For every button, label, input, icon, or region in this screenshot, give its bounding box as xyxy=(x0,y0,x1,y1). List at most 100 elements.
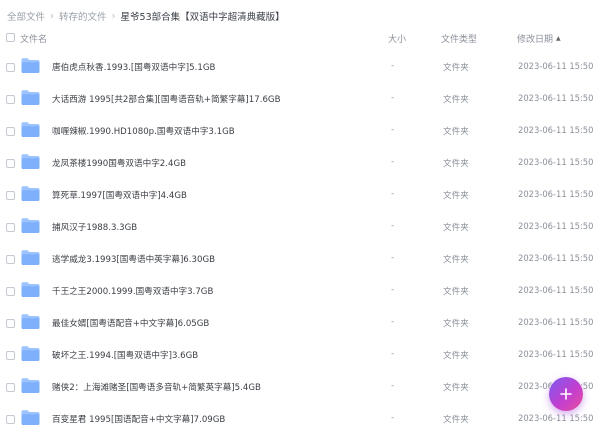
file-size: - xyxy=(391,253,395,263)
file-list-header: 文件名 大小 文件类型 修改日期 ▲ xyxy=(0,30,600,48)
row-checkbox[interactable] xyxy=(6,318,15,328)
file-size: - xyxy=(391,93,395,103)
file-type: 文件夹 xyxy=(443,127,469,137)
file-size: - xyxy=(391,349,395,359)
folder-icon xyxy=(21,58,40,73)
column-header-date[interactable]: 修改日期 ▲ xyxy=(517,32,561,45)
row-checkbox[interactable] xyxy=(6,350,15,360)
row-checkbox[interactable] xyxy=(6,190,15,200)
file-type: 文件夹 xyxy=(443,383,469,393)
file-date: 2023-06-11 15:50 xyxy=(518,221,594,231)
file-type: 文件夹 xyxy=(443,255,469,265)
file-date: 2023-06-11 15:50 xyxy=(518,413,594,423)
file-date: 2023-06-11 15:50 xyxy=(518,253,594,263)
folder-icon xyxy=(21,90,40,105)
file-type: 文件夹 xyxy=(443,95,469,105)
file-row[interactable]: 大话西游 1995[共2部合集][国粤语音轨+简繁字幕]17.6GB - 文件夹 20… xyxy=(0,83,600,115)
folder-icon xyxy=(21,122,40,137)
file-name[interactable]: 龙凤茶楼1990国粤双语中字2.4GB xyxy=(52,157,186,169)
file-size: - xyxy=(391,157,395,167)
file-row[interactable]: 赌侠2：上海滩赌圣[国粤语多音轨+简繁英字幕]5.4GB - 文件夹 2023-06-… xyxy=(0,371,600,403)
file-row[interactable]: 咖喱辣椒.1990.HD1080p.国粤双语中字3.1GB - 文件夹 2023-06… xyxy=(0,115,600,147)
add-button[interactable] xyxy=(549,377,583,411)
chevron-right-icon: › xyxy=(50,10,55,22)
file-date: 2023-06-11 15:50 xyxy=(518,189,594,199)
folder-icon xyxy=(21,218,40,233)
file-row[interactable]: 逃学威龙3.1993[国粤语中英字幕]6.30GB - 文件夹 2023-06-11 … xyxy=(0,243,600,275)
file-name[interactable]: 千王之王2000.1999.国粤双语中字3.7GB xyxy=(52,285,213,297)
file-type: 文件夹 xyxy=(443,159,469,169)
file-row[interactable]: 捕风汉子1988.3.3GB - 文件夹 2023-06-11 15:50 xyxy=(0,211,600,243)
column-header-name[interactable]: 文件名 xyxy=(20,32,47,45)
file-size: - xyxy=(391,381,395,391)
folder-icon xyxy=(21,282,40,297)
file-name[interactable]: 逃学威龙3.1993[国粤语中英字幕]6.30GB xyxy=(52,253,215,265)
row-checkbox[interactable] xyxy=(6,382,15,392)
chevron-right-icon: › xyxy=(111,10,116,22)
file-list: 唐伯虎点秋香.1993.[国粤双语中字]5.1GB - 文件夹 2023-06-11 … xyxy=(0,51,600,434)
file-row[interactable]: 唐伯虎点秋香.1993.[国粤双语中字]5.1GB - 文件夹 2023-06-11 … xyxy=(0,51,600,83)
file-row[interactable]: 百变星君 1995[国语配音+中文字幕]7.09GB - 文件夹 2023-06-11… xyxy=(0,403,600,434)
file-size: - xyxy=(391,189,395,199)
breadcrumb-all-files[interactable]: 全部文件 xyxy=(7,9,45,23)
file-type: 文件夹 xyxy=(443,191,469,201)
breadcrumb-saved-files[interactable]: 转存的文件 xyxy=(59,9,107,23)
row-checkbox[interactable] xyxy=(6,94,15,104)
file-name[interactable]: 咖喱辣椒.1990.HD1080p.国粤双语中字3.1GB xyxy=(52,125,235,137)
file-size: - xyxy=(391,317,395,327)
row-checkbox[interactable] xyxy=(6,286,15,296)
file-name[interactable]: 大话西游 1995[共2部合集][国粤语音轨+简繁字幕]17.6GB xyxy=(52,93,280,105)
file-row[interactable]: 算死草.1997[国粤双语中字]4.4GB - 文件夹 2023-06-11 15:5… xyxy=(0,179,600,211)
file-name[interactable]: 赌侠2：上海滩赌圣[国粤语多音轨+简繁英字幕]5.4GB xyxy=(52,381,261,393)
file-row[interactable]: 破坏之王.1994.[国粤双语中字]3.6GB - 文件夹 2023-06-11 15… xyxy=(0,339,600,371)
column-header-date-label: 修改日期 xyxy=(517,35,554,45)
row-checkbox[interactable] xyxy=(6,158,15,168)
plus-icon xyxy=(560,388,572,400)
file-date: 2023-06-11 15:50 xyxy=(518,157,594,167)
folder-icon xyxy=(21,346,40,361)
folder-icon xyxy=(21,186,40,201)
folder-icon xyxy=(21,154,40,169)
file-name[interactable]: 最佳女婿[国粤语配音+中文字幕]6.05GB xyxy=(52,317,209,329)
file-date: 2023-06-11 15:50 xyxy=(518,93,594,103)
file-date: 2023-06-11 15:50 xyxy=(518,349,594,359)
file-name[interactable]: 破坏之王.1994.[国粤双语中字]3.6GB xyxy=(52,349,198,361)
sort-down-icon[interactable]: ▲ xyxy=(556,35,561,42)
file-type: 文件夹 xyxy=(443,319,469,329)
file-name[interactable]: 百变星君 1995[国语配音+中文字幕]7.09GB xyxy=(52,413,225,425)
file-name[interactable]: 唐伯虎点秋香.1993.[国粤双语中字]5.1GB xyxy=(52,61,215,73)
file-date: 2023-06-11 15:50 xyxy=(518,125,594,135)
file-type: 文件夹 xyxy=(443,287,469,297)
select-all-checkbox[interactable] xyxy=(6,33,15,42)
file-type: 文件夹 xyxy=(443,63,469,73)
row-checkbox[interactable] xyxy=(6,126,15,136)
file-size: - xyxy=(391,61,395,71)
folder-icon xyxy=(21,314,40,329)
file-type: 文件夹 xyxy=(443,223,469,233)
column-header-type[interactable]: 文件类型 xyxy=(441,32,477,45)
file-size: - xyxy=(391,285,395,295)
folder-icon xyxy=(21,378,40,393)
file-type: 文件夹 xyxy=(443,351,469,361)
file-type: 文件夹 xyxy=(443,415,469,425)
folder-icon xyxy=(21,250,40,265)
file-name[interactable]: 捕风汉子1988.3.3GB xyxy=(52,221,137,233)
row-checkbox[interactable] xyxy=(6,254,15,264)
row-checkbox[interactable] xyxy=(6,62,15,72)
file-row[interactable]: 龙凤茶楼1990国粤双语中字2.4GB - 文件夹 2023-06-11 15:50 xyxy=(0,147,600,179)
file-name[interactable]: 算死草.1997[国粤双语中字]4.4GB xyxy=(52,189,187,201)
file-row[interactable]: 千王之王2000.1999.国粤双语中字3.7GB - 文件夹 2023-06-11 … xyxy=(0,275,600,307)
file-date: 2023-06-11 15:50 xyxy=(518,317,594,327)
column-header-size[interactable]: 大小 xyxy=(388,32,406,45)
file-row[interactable]: 最佳女婿[国粤语配音+中文字幕]6.05GB - 文件夹 2023-06-11 15:… xyxy=(0,307,600,339)
breadcrumb: 全部文件 › 转存的文件 › 星爷53部合集【双语中字超清典藏版】 xyxy=(7,9,285,24)
file-size: - xyxy=(391,221,395,231)
file-size: - xyxy=(391,413,395,423)
breadcrumb-current-folder: 星爷53部合集【双语中字超清典藏版】 xyxy=(120,12,285,23)
file-date: 2023-06-11 15:50 xyxy=(518,61,594,71)
file-date: 2023-06-11 15:50 xyxy=(518,285,594,295)
row-checkbox[interactable] xyxy=(6,414,15,424)
row-checkbox[interactable] xyxy=(6,222,15,232)
folder-icon xyxy=(21,410,40,425)
file-size: - xyxy=(391,125,395,135)
